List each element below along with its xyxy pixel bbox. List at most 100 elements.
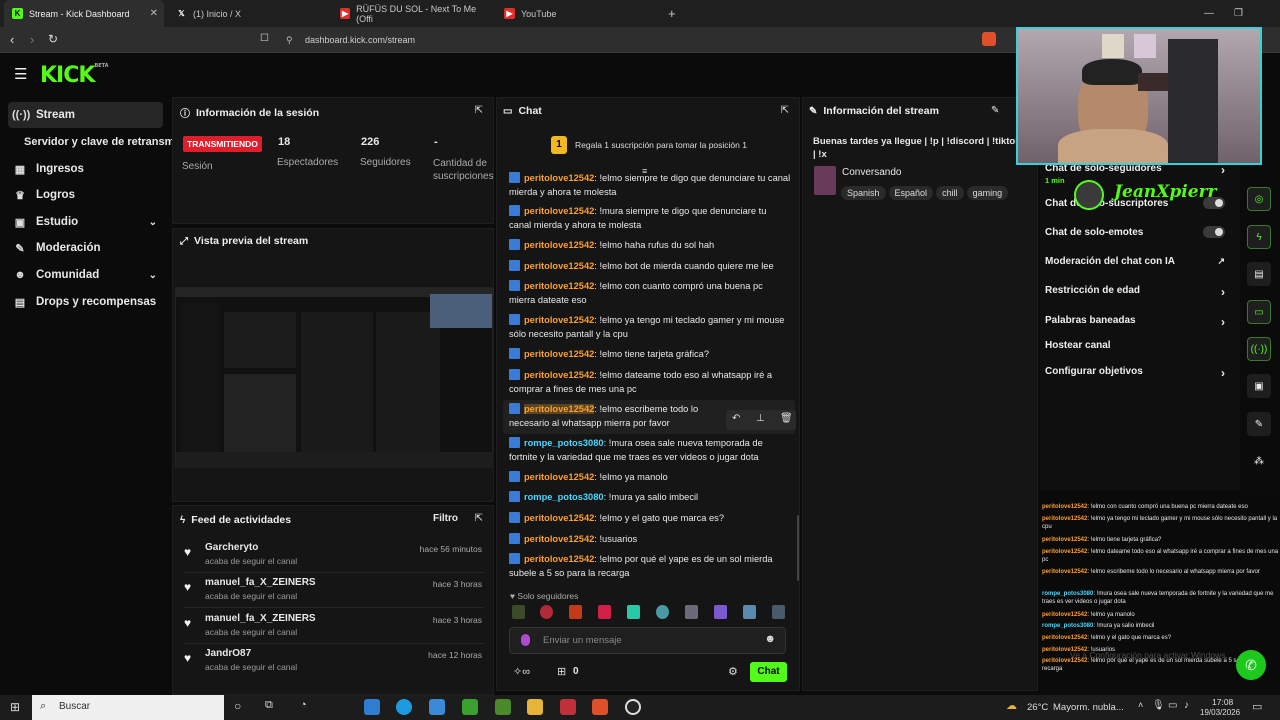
close-tab-icon[interactable]: ✕	[150, 8, 158, 19]
tool-icon[interactable]: ✎	[1247, 412, 1271, 436]
mic-tray-icon[interactable]: 🎙	[1152, 700, 1165, 711]
chat-username[interactable]: peritolove12542	[524, 240, 594, 250]
emote-icon[interactable]	[512, 605, 525, 619]
obs-icon[interactable]	[625, 699, 641, 715]
share-icon[interactable]: ⁂	[1247, 449, 1271, 473]
setting-goals[interactable]: Configurar objetivos ›	[1045, 366, 1225, 380]
chat-username[interactable]: peritolove12542	[524, 554, 594, 564]
edit-icon[interactable]: ✎	[991, 105, 999, 116]
volume-icon[interactable]: ♪	[1184, 700, 1189, 711]
tag[interactable]: chill	[936, 186, 964, 200]
setting-ai-moderation[interactable]: Moderación del chat con IA ↗	[1045, 256, 1225, 267]
reload-icon[interactable]: ↻	[48, 32, 58, 46]
tab-kick-dashboard[interactable]: K Stream - Kick Dashboard ✕	[4, 0, 164, 27]
tray-chevron-icon[interactable]: ˄	[1138, 700, 1143, 710]
timeout-icon[interactable]: ↶	[732, 413, 740, 424]
windows-start-icon[interactable]: ⊞	[10, 700, 20, 714]
network-icon[interactable]: ▭	[1168, 700, 1177, 711]
bolt-icon[interactable]: ϟ	[1247, 225, 1271, 249]
chat-username[interactable]: rompe_potos3080	[524, 492, 604, 502]
clock-date[interactable]: 19/03/2026	[1200, 708, 1240, 717]
popout-icon[interactable]: ⇱	[475, 105, 483, 116]
kick-logo[interactable]: KICKBETA	[40, 63, 109, 88]
channel-points-icon[interactable]: ✧∞	[513, 665, 530, 678]
store-icon[interactable]	[364, 699, 380, 715]
emote-icon[interactable]	[743, 605, 756, 619]
emote-icon[interactable]	[598, 605, 611, 619]
chat-username[interactable]: peritolove12542	[524, 349, 594, 359]
clock-time[interactable]: 17:08	[1212, 697, 1233, 707]
settings-icon[interactable]: ⚙	[728, 665, 738, 678]
emote-icon[interactable]	[772, 605, 785, 619]
sidebar-item-stream[interactable]: ((·)) Stream	[8, 102, 163, 128]
chat-username[interactable]: peritolove12542	[524, 472, 594, 482]
app-icon[interactable]	[560, 699, 576, 715]
tab-x[interactable]: 𝕏 (1) Inicio / X	[168, 0, 328, 27]
delete-icon[interactable]: 🗑	[780, 413, 793, 424]
chat-username[interactable]: peritolove12542	[524, 173, 594, 183]
layout-icon[interactable]: ▣	[1247, 374, 1271, 398]
sidebar-item-comunidad[interactable]: ☻ Comunidad ⌄	[8, 262, 163, 288]
weather-desc[interactable]: Mayorm. nubla...	[1053, 702, 1124, 713]
menu-icon[interactable]: ☰	[14, 65, 27, 83]
cortana-icon[interactable]: ○	[234, 699, 241, 713]
url-field[interactable]: ⚲ dashboard.kick.com/stream	[280, 31, 1000, 49]
tag[interactable]: Español	[888, 186, 934, 200]
taskbar-search[interactable]: ⌕ Buscar	[32, 695, 224, 720]
setting-age-restriction[interactable]: Restricción de edad ›	[1045, 285, 1225, 299]
nvidia-icon[interactable]	[462, 699, 478, 715]
emote-icon[interactable]	[685, 605, 698, 619]
setting-banned-words[interactable]: Palabras baneadas ›	[1045, 315, 1225, 329]
emotes-only-toggle[interactable]	[1203, 226, 1225, 238]
sidebar-item-estudio[interactable]: ▣ Estudio ⌄	[8, 209, 163, 235]
target-icon[interactable]: ◎	[1247, 187, 1271, 211]
chat-username[interactable]: peritolove12542	[524, 513, 594, 523]
clipboard-icon[interactable]: ▤	[1247, 262, 1271, 286]
emote-icon[interactable]	[569, 605, 582, 619]
chat-username[interactable]: peritolove12542	[524, 315, 594, 325]
popout-icon[interactable]: ⇱	[781, 105, 789, 116]
pin-icon[interactable]: ⊥	[756, 413, 765, 424]
brave-icon[interactable]	[592, 699, 608, 715]
broadcast-icon[interactable]: ((·))	[1247, 337, 1271, 361]
app-icon[interactable]: ◔	[300, 699, 307, 711]
popout-icon[interactable]: ⇱	[475, 513, 483, 524]
emoji-icon[interactable]: ☻	[764, 633, 776, 645]
chat-username[interactable]: peritolove12542	[524, 261, 594, 271]
stream-preview-video[interactable]	[175, 287, 494, 468]
chat-username[interactable]: peritolove12542	[524, 404, 595, 414]
edge-icon[interactable]	[396, 699, 412, 715]
sidebar-item-moderacion[interactable]: ✎ Moderación	[8, 235, 163, 261]
category-name[interactable]: Conversando	[842, 167, 901, 178]
tab-youtube[interactable]: ▶ YouTube	[496, 0, 656, 27]
category-thumbnail[interactable]	[814, 166, 836, 195]
mail-icon[interactable]	[429, 699, 445, 715]
emote-icon[interactable]	[656, 605, 669, 619]
chat-scrollbar[interactable]	[797, 515, 799, 581]
feed-user[interactable]: manuel_fa_X_ZEINERS	[205, 577, 316, 588]
task-view-icon[interactable]: ⧉	[265, 699, 273, 712]
forward-icon[interactable]: ›	[30, 32, 34, 47]
back-icon[interactable]: ‹	[10, 32, 14, 47]
gift-icon[interactable]: ⊞	[557, 665, 566, 678]
bookmark-icon[interactable]: ☐	[260, 33, 269, 44]
feed-user[interactable]: JandrO87	[205, 648, 251, 659]
chat-username[interactable]: peritolove12542	[524, 206, 594, 216]
feed-user[interactable]: Garcheryto	[205, 542, 258, 553]
gift-sub-banner[interactable]: Regala 1 suscripción para tomar la posic…	[575, 140, 747, 150]
tab-youtube-video[interactable]: ▶ RÜFÜS DU SOL - Next To Me (Offi	[332, 0, 492, 27]
sidebar-item-server-key[interactable]: Servidor y clave de retransmisión	[20, 129, 172, 155]
chat-username[interactable]: peritolove12542	[524, 534, 594, 544]
mic-icon[interactable]	[521, 634, 530, 646]
folder-icon[interactable]	[527, 699, 543, 715]
emote-icon[interactable]	[714, 605, 727, 619]
chat-bubble-icon[interactable]: ▭	[1247, 300, 1271, 324]
chat-input[interactable]: Enviar un mensaje ☻	[509, 627, 786, 654]
sidebar-item-ingresos[interactable]: ▦ Ingresos	[8, 156, 163, 182]
site-info-icon[interactable]: ⚲	[286, 31, 293, 49]
maximize-icon[interactable]: ❐	[1226, 0, 1243, 27]
send-chat-button[interactable]: Chat	[750, 662, 787, 682]
chat-username[interactable]: rompe_potos3080	[524, 438, 604, 448]
feed-user[interactable]: manuel_fa_X_ZEINERS	[205, 613, 316, 624]
filter-button[interactable]: Filtro	[433, 513, 458, 524]
